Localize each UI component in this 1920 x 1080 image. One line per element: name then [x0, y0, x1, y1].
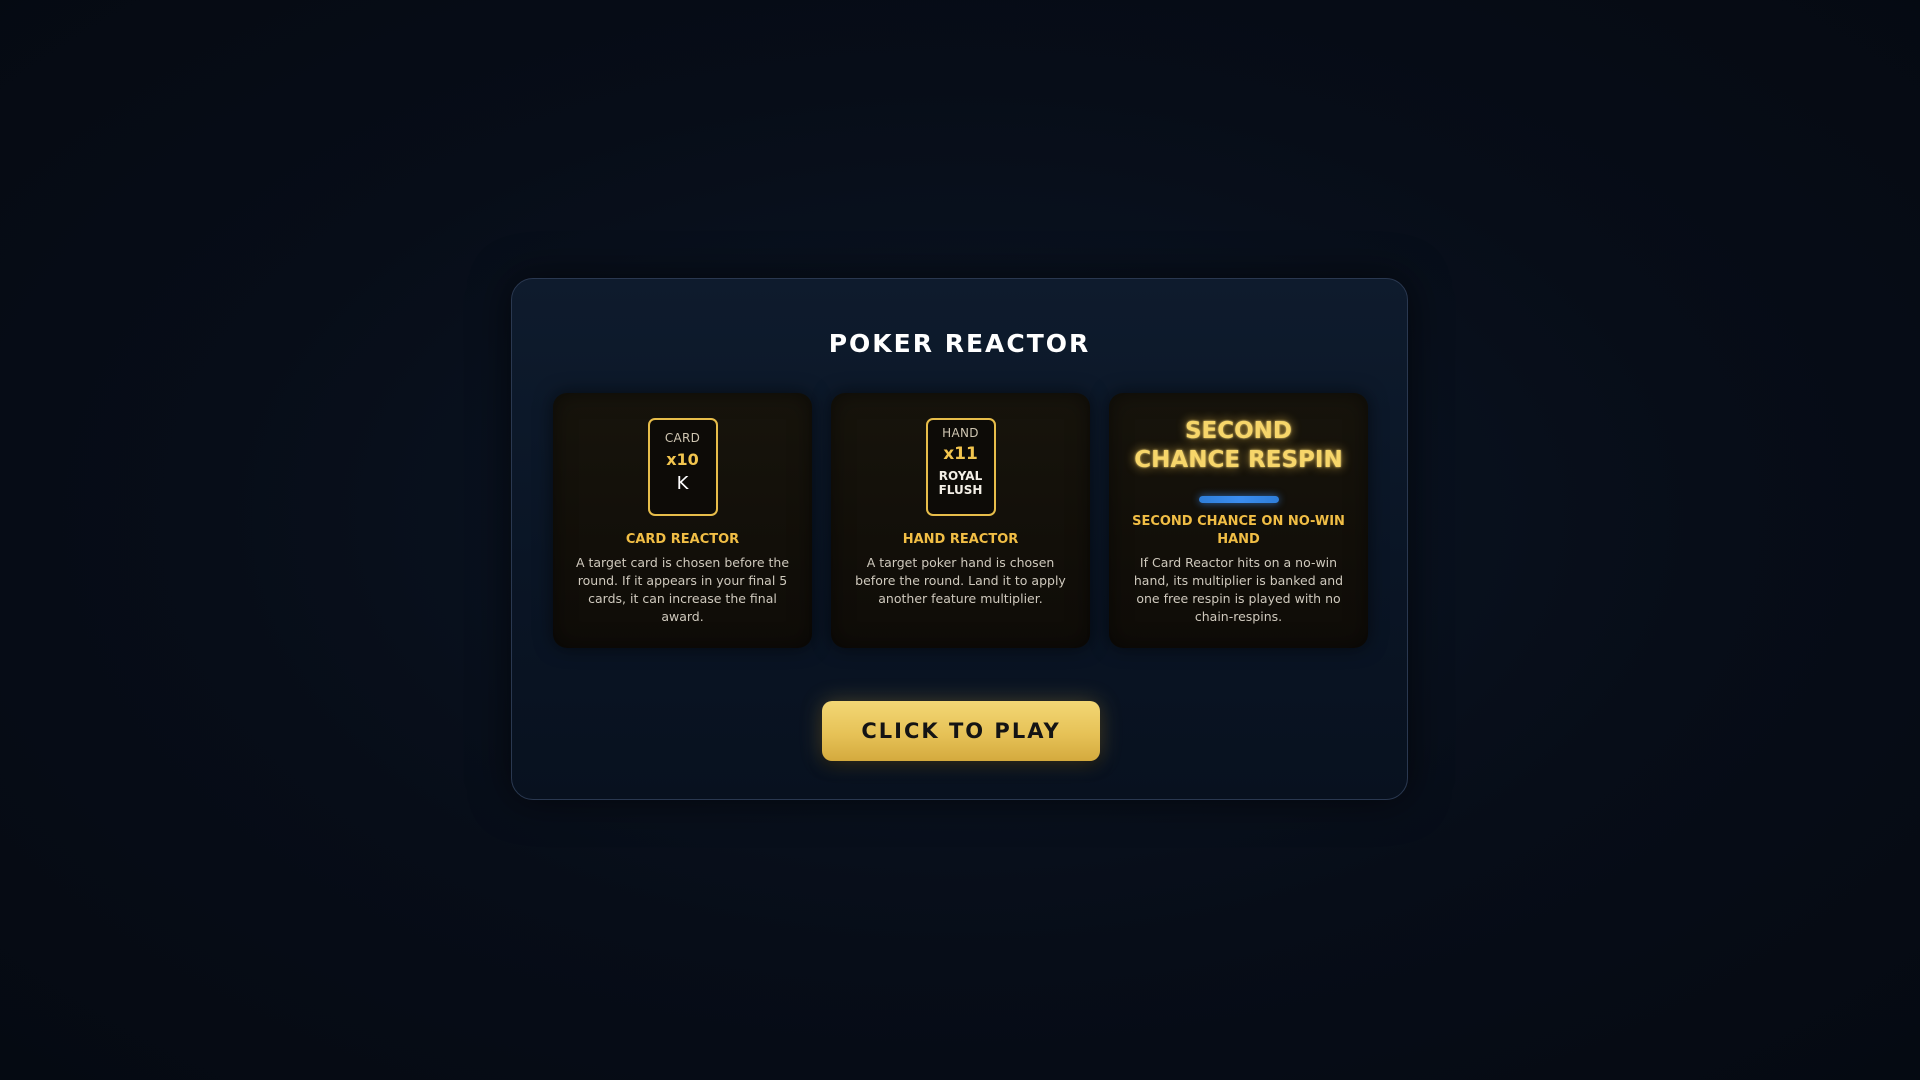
- mini-card-value: K: [676, 473, 689, 494]
- respin-title-line1: SECOND: [1184, 418, 1293, 444]
- click-to-play-button[interactable]: CLICK TO PLAY: [822, 701, 1100, 761]
- mini-hand-label: HAND: [942, 426, 979, 440]
- hand-reactor-icon: HAND x11 ROYAL FLUSH: [925, 418, 996, 516]
- feature-heading: HAND REACTOR: [902, 532, 1019, 547]
- feature-card-second-chance: SECOND CHANCE RESPIN SECOND CHANCE ON NO…: [1109, 393, 1368, 648]
- respin-title: SECOND CHANCE RESPIN: [1109, 417, 1368, 475]
- mini-hand-value-line2: FLUSH: [938, 483, 983, 497]
- respin-title-line2: CHANCE RESPIN: [1134, 447, 1343, 473]
- mini-card-multiplier: x10: [666, 450, 699, 469]
- feature-description: A target card is chosen before the round…: [575, 555, 790, 624]
- feature-heading: SECOND CHANCE ON NO-WIN HAND: [1132, 514, 1345, 547]
- mini-card-label: CARD: [664, 431, 701, 445]
- modal-title: POKER REACTOR: [828, 329, 1091, 358]
- respin-progress-bar: [1198, 496, 1279, 503]
- feature-intro-modal: POKER REACTOR CARD x10 K CARD REACTOR A …: [511, 278, 1408, 800]
- feature-description: A target poker hand is chosen before the…: [855, 555, 1066, 606]
- mini-hand-multiplier: x11: [943, 444, 978, 464]
- mini-hand-value-line1: ROYAL: [938, 469, 983, 483]
- feature-card-hand-reactor: HAND x11 ROYAL FLUSH HAND REACTOR A targ…: [831, 393, 1090, 648]
- card-reactor-icon: CARD x10 K: [647, 418, 718, 516]
- feature-card-card-reactor: CARD x10 K CARD REACTOR A target card is…: [553, 393, 812, 648]
- feature-heading: CARD REACTOR: [625, 532, 740, 547]
- feature-description: If Card Reactor hits on a no-win hand, i…: [1133, 555, 1344, 624]
